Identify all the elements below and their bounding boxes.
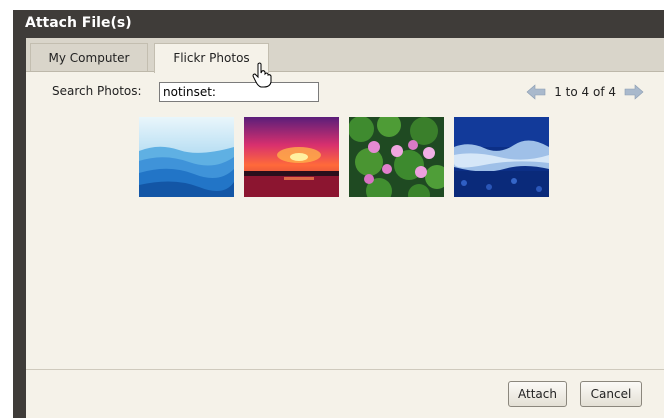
tab-bar: My Computer Flickr Photos	[26, 38, 664, 73]
photo-thumbnail-blue-mountains[interactable]	[139, 117, 234, 197]
left-arrow-icon[interactable]	[526, 84, 546, 100]
cancel-button[interactable]: Cancel	[580, 381, 642, 407]
hand-cursor-icon	[252, 62, 272, 88]
attach-button[interactable]: Attach	[508, 381, 567, 407]
photo-thumbnail-sunset-sea[interactable]	[244, 117, 339, 197]
dialog-panel: My Computer Flickr Photos Search Photos:…	[26, 38, 664, 418]
photo-thumbnail-blue-foliage[interactable]	[454, 117, 549, 197]
photo-grid	[139, 117, 559, 197]
tab-my-computer[interactable]: My Computer	[30, 43, 148, 71]
search-label: Search Photos:	[52, 84, 142, 98]
pager: 1 to 4 of 4	[526, 84, 644, 100]
dialog-title: Attach File(s)	[25, 15, 132, 31]
attach-files-dialog: Attach File(s) My Computer Flickr Photos…	[13, 10, 664, 418]
pager-text: 1 to 4 of 4	[554, 85, 616, 99]
right-arrow-icon[interactable]	[624, 84, 644, 100]
photo-thumbnail-water-lilies[interactable]	[349, 117, 444, 197]
footer-divider	[26, 369, 664, 370]
search-photos-input[interactable]	[159, 82, 319, 102]
search-row: Search Photos: 1 to 4 of 4	[26, 82, 664, 106]
